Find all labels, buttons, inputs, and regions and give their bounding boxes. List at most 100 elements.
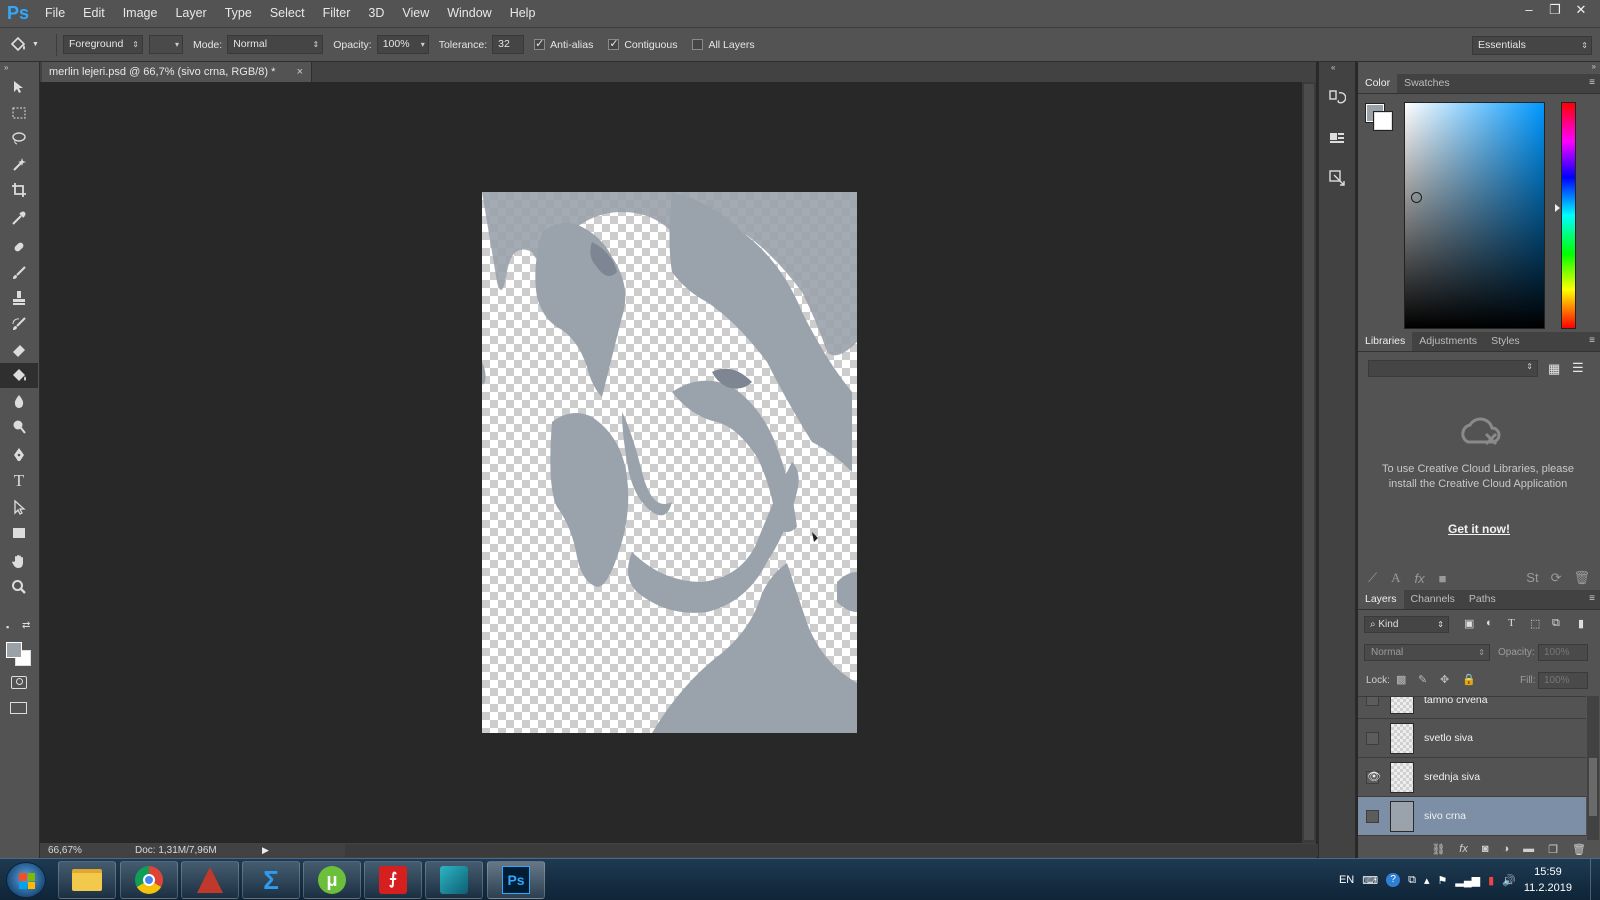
history-brush-icon[interactable]: [0, 311, 38, 337]
adjustments-panel-icon[interactable]: [1319, 160, 1355, 196]
add-character-style-icon[interactable]: A: [1391, 570, 1400, 586]
menu-image[interactable]: Image: [114, 0, 167, 27]
sigma-app-icon[interactable]: Σ: [242, 861, 300, 899]
menu-file[interactable]: File: [36, 0, 74, 27]
layer-row[interactable]: sivo crna: [1358, 797, 1586, 836]
stock-icon[interactable]: St: [1526, 570, 1538, 586]
menu-filter[interactable]: Filter: [314, 0, 360, 27]
utorrent-icon[interactable]: μ: [303, 861, 361, 899]
layer-style-icon[interactable]: fx: [1459, 843, 1468, 855]
tab-swatches[interactable]: Swatches: [1397, 73, 1457, 93]
layer-row[interactable]: tamno crvena: [1358, 697, 1586, 719]
help-icon[interactable]: ?: [1386, 873, 1401, 887]
tab-color[interactable]: Color: [1358, 73, 1398, 93]
all-layers-checkbox[interactable]: [692, 39, 704, 50]
add-graphic-icon[interactable]: ⟋: [1368, 570, 1377, 586]
status-menu-arrow-icon[interactable]: ▶: [262, 843, 269, 858]
add-color-icon[interactable]: ■: [1439, 571, 1447, 586]
move-tool-icon[interactable]: [0, 74, 38, 100]
action-center-flag-icon[interactable]: ⚑: [1438, 874, 1448, 887]
minimize-button[interactable]: –: [1516, 0, 1542, 20]
pen-tool-icon[interactable]: [0, 443, 38, 469]
collapse-arrows-icon[interactable]: »: [4, 63, 8, 72]
workspace-select[interactable]: Essentials ⇕: [1472, 36, 1592, 55]
contiguous-checkbox[interactable]: [608, 37, 620, 50]
menu-edit[interactable]: Edit: [74, 0, 114, 27]
document-tab[interactable]: merlin lejeri.psd @ 66,7% (sivo crna, RG…: [42, 62, 312, 82]
menu-view[interactable]: View: [393, 0, 438, 27]
tab-paths[interactable]: Paths: [1462, 589, 1503, 609]
delete-layer-icon[interactable]: 🗑: [1572, 843, 1586, 856]
show-desktop-button[interactable]: [1590, 859, 1600, 900]
properties-panel-icon[interactable]: [1319, 120, 1355, 156]
zoom-tool-icon[interactable]: [0, 574, 38, 600]
rectangle-tool-icon[interactable]: [0, 520, 38, 546]
library-select[interactable]: ⇕: [1368, 360, 1538, 377]
link-layers-icon[interactable]: ⛓: [1431, 843, 1445, 856]
panel-menu-icon[interactable]: ≡: [1589, 77, 1595, 88]
hue-slider[interactable]: [1561, 102, 1576, 329]
lasso-tool-icon[interactable]: [0, 125, 38, 151]
tab-layers[interactable]: Layers: [1358, 589, 1404, 609]
trash-icon[interactable]: 🗑: [1573, 570, 1590, 586]
fill-source-select[interactable]: Foreground ⇕: [63, 35, 143, 54]
menu-layer[interactable]: Layer: [166, 0, 215, 27]
layer-opacity-input[interactable]: 100%: [1538, 644, 1588, 661]
visibility-toggle[interactable]: [1366, 697, 1379, 706]
menu-type[interactable]: Type: [216, 0, 261, 27]
visibility-toggle[interactable]: [1366, 732, 1379, 745]
tab-libraries[interactable]: Libraries: [1358, 331, 1413, 351]
type-tool-icon[interactable]: T: [0, 468, 38, 494]
menu-help[interactable]: Help: [501, 0, 545, 27]
tab-channels[interactable]: Channels: [1404, 589, 1462, 609]
panel-menu-icon[interactable]: ≡: [1589, 335, 1595, 346]
fill-input[interactable]: 100%: [1538, 672, 1588, 689]
scrollbar-thumb[interactable]: [1589, 758, 1597, 816]
pixel-layer-filter-icon[interactable]: ▣: [1464, 617, 1474, 630]
grid-view-icon[interactable]: ▦: [1548, 361, 1560, 377]
screen-mode-icon[interactable]: [10, 702, 27, 714]
brush-tool-icon[interactable]: [0, 260, 38, 286]
close-tab-icon[interactable]: ×: [297, 62, 303, 82]
add-mask-icon[interactable]: ◙: [1482, 843, 1489, 855]
scrollbar-thumb[interactable]: [1304, 84, 1314, 840]
signal-icon[interactable]: ▂▄▆: [1455, 874, 1480, 887]
start-button[interactable]: [6, 862, 46, 898]
shape-layer-filter-icon[interactable]: ⬚: [1530, 617, 1540, 630]
color-picker-cursor[interactable]: [1411, 192, 1422, 203]
swap-colors-icon[interactable]: ⇄: [22, 620, 30, 631]
magic-wand-icon[interactable]: [0, 151, 38, 177]
anti-alias-checkbox[interactable]: [534, 37, 546, 50]
tolerance-input[interactable]: 32: [492, 35, 525, 54]
quick-mask-icon[interactable]: [11, 676, 27, 689]
new-group-icon[interactable]: ▬: [1523, 843, 1534, 855]
blur-tool-icon[interactable]: [0, 388, 38, 414]
list-view-icon[interactable]: ☰: [1572, 360, 1584, 376]
lock-all-icon[interactable]: 🔒: [1462, 673, 1476, 686]
layers-scrollbar[interactable]: [1587, 696, 1599, 840]
show-hidden-icons-icon[interactable]: ▴: [1424, 874, 1430, 887]
3ds-max-icon[interactable]: [425, 861, 483, 899]
default-colors-icon[interactable]: ▪: [6, 622, 9, 632]
add-layer-style-icon[interactable]: fx: [1415, 571, 1425, 586]
marquee-tool-icon[interactable]: [0, 100, 38, 126]
menu-select[interactable]: Select: [261, 0, 314, 27]
pattern-picker[interactable]: ▾: [149, 35, 183, 54]
tab-styles[interactable]: Styles: [1484, 331, 1527, 351]
lock-transparency-icon[interactable]: ▩: [1396, 673, 1406, 686]
crop-tool-icon[interactable]: [0, 177, 38, 203]
mode-select[interactable]: Normal ⇕: [227, 35, 324, 54]
system-clock[interactable]: 15:59 11.2.2019: [1524, 864, 1572, 896]
network-adapter-icon[interactable]: ⧉: [1408, 874, 1416, 887]
get-it-now-link[interactable]: Get it now!: [1358, 522, 1600, 536]
restore-button[interactable]: ❐: [1542, 0, 1568, 20]
smart-object-filter-icon[interactable]: ⧉: [1552, 617, 1560, 630]
filter-toggle-icon[interactable]: ▮: [1578, 617, 1584, 630]
close-button[interactable]: ✕: [1568, 0, 1594, 20]
clone-stamp-icon[interactable]: [0, 286, 38, 312]
photoshop-icon[interactable]: Ps: [487, 861, 545, 899]
healing-brush-icon[interactable]: [0, 234, 38, 260]
hand-tool-icon[interactable]: [0, 548, 38, 574]
paint-bucket-icon[interactable]: [0, 362, 38, 389]
collapse-arrows-icon[interactable]: »: [1592, 62, 1596, 71]
